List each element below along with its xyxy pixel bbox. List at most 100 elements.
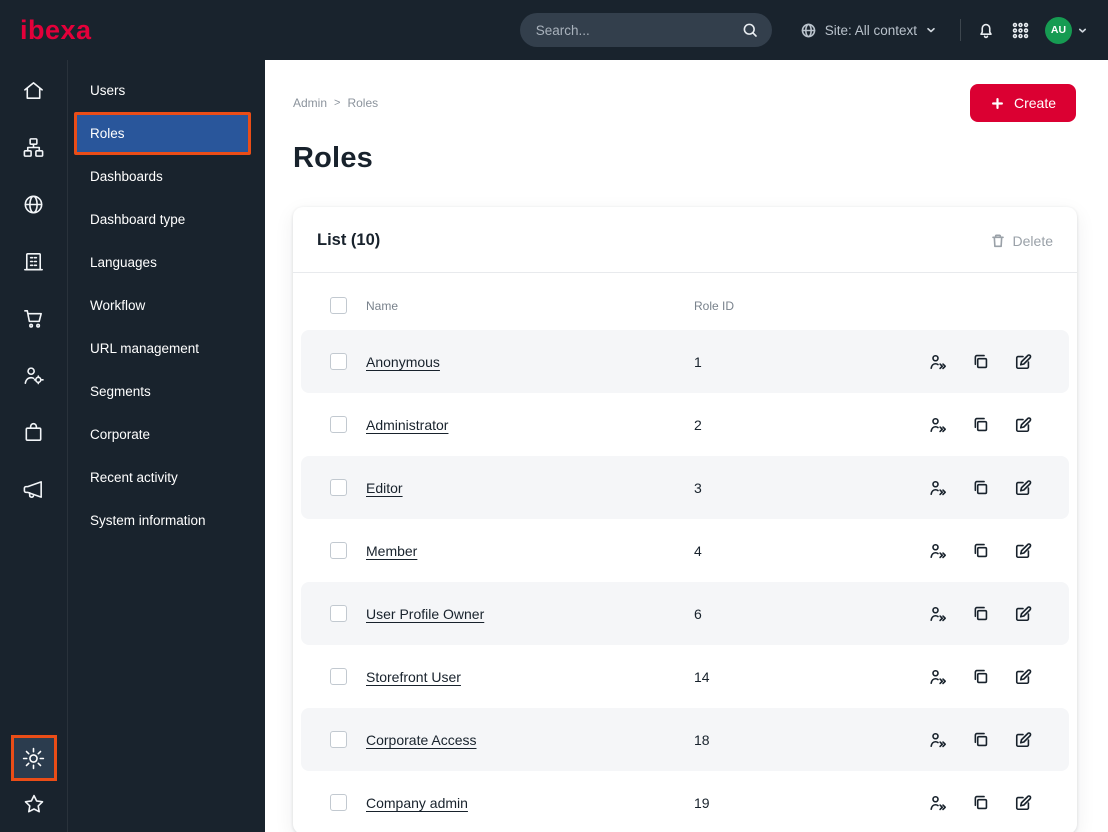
edit-role-button[interactable] [1013,478,1033,498]
sidebar-item-roles[interactable]: Roles [74,112,251,155]
sidebar-item-corporate[interactable]: Corporate [68,413,265,456]
role-name-link[interactable]: Administrator [366,417,676,433]
breadcrumb: Admin > Roles [293,96,378,110]
edit-role-button[interactable] [1013,352,1033,372]
table-row: User Profile Owner 6 [301,582,1069,645]
content-tree-item[interactable] [22,135,45,159]
table-row: Anonymous 1 [301,330,1069,393]
sidebar-item-url-management[interactable]: URL management [68,327,265,370]
assign-users-button[interactable] [928,352,948,372]
sidebar-item-system-information[interactable]: System information [68,499,265,542]
edit-icon [1013,415,1033,435]
edit-icon [1013,730,1033,750]
edit-role-button[interactable] [1013,415,1033,435]
search-placeholder: Search... [535,22,590,38]
role-name-link[interactable]: Corporate Access [366,732,676,748]
copy-icon [971,415,990,434]
assign-users-button[interactable] [928,415,948,435]
customers-item[interactable] [22,363,45,387]
dashboard-home-item[interactable] [22,78,45,102]
avatar: AU [1045,16,1072,44]
role-name-link[interactable]: Anonymous [366,354,676,370]
bookmarks-item[interactable] [22,792,46,816]
row-checkbox[interactable] [330,668,347,685]
notifications-button[interactable] [976,20,996,40]
role-id-value: 19 [694,794,710,811]
copy-icon [971,667,990,686]
assign-users-button[interactable] [928,478,948,498]
row-checkbox[interactable] [330,416,347,433]
ibexa-logo[interactable]: ibexa [20,16,92,44]
user-menu[interactable]: AU [1045,16,1088,44]
row-checkbox[interactable] [330,542,347,559]
sidebar-item-segments[interactable]: Segments [68,370,265,413]
row-checkbox[interactable] [330,479,347,496]
copy-role-button[interactable] [971,415,990,435]
assign-users-button[interactable] [928,604,948,624]
sidebar-item-recent-activity[interactable]: Recent activity [68,456,265,499]
select-all-checkbox[interactable] [330,297,347,314]
delete-button[interactable]: Delete [990,233,1053,249]
commerce-item[interactable] [22,306,45,330]
edit-icon [1013,604,1033,624]
copy-icon [971,604,990,623]
copy-icon [971,793,990,812]
megaphone-icon [22,478,45,501]
sidebar-item-users[interactable]: Users [68,69,265,112]
products-item[interactable] [22,420,45,444]
edit-role-button[interactable] [1013,730,1033,750]
edit-role-button[interactable] [1013,667,1033,687]
assign-users-button[interactable] [928,793,948,813]
admin-settings-highlight-box[interactable] [10,735,57,781]
app-switcher-button[interactable] [1011,21,1030,40]
row-checkbox[interactable] [330,605,347,622]
role-name-link[interactable]: Editor [366,480,676,496]
copy-role-button[interactable] [971,352,990,372]
copy-role-button[interactable] [971,793,990,813]
sidebar-item-dashboards[interactable]: Dashboards [68,155,265,198]
assign-users-button[interactable] [928,541,948,561]
row-checkbox[interactable] [330,731,347,748]
company-item[interactable] [22,249,45,273]
sidebar-item-languages[interactable]: Languages [68,241,265,284]
role-id-value: 1 [694,353,702,370]
copy-icon [971,478,990,497]
assign-user-icon [928,478,948,498]
edit-role-button[interactable] [1013,604,1033,624]
edit-icon [1013,793,1033,813]
copy-role-button[interactable] [971,478,990,498]
row-checkbox[interactable] [330,794,347,811]
search-input[interactable]: Search... [519,13,772,47]
copy-role-button[interactable] [971,604,990,624]
user-settings-icon [22,364,45,387]
assign-users-button[interactable] [928,730,948,750]
role-name-link[interactable]: Company admin [366,795,676,811]
star-icon [22,792,46,816]
row-checkbox[interactable] [330,353,347,370]
sidebar-item-workflow[interactable]: Workflow [68,284,265,327]
copy-role-button[interactable] [971,667,990,687]
role-name-link[interactable]: Storefront User [366,669,676,685]
search-icon [741,21,759,39]
breadcrumb-admin[interactable]: Admin [293,96,327,110]
table-row: Storefront User 14 [301,645,1069,708]
copy-role-button[interactable] [971,541,990,561]
copy-role-button[interactable] [971,730,990,750]
assign-users-button[interactable] [928,667,948,687]
breadcrumb-separator: > [334,97,341,109]
role-name-link[interactable]: Member [366,543,676,559]
sidebar-item-dashboard-type[interactable]: Dashboard type [68,198,265,241]
edit-role-button[interactable] [1013,793,1033,813]
trash-icon [990,233,1006,249]
edit-role-button[interactable] [1013,541,1033,561]
site-context-selector[interactable]: Site: All context [800,22,937,39]
role-name-link[interactable]: User Profile Owner [366,606,676,622]
assign-user-icon [928,793,948,813]
site-item[interactable] [22,192,45,216]
role-id-value: 3 [694,479,702,496]
breadcrumb-roles: Roles [347,96,379,110]
marketing-item[interactable] [22,477,45,501]
bag-icon [22,421,45,444]
copy-icon [971,541,990,560]
create-button[interactable]: Create [969,84,1076,122]
